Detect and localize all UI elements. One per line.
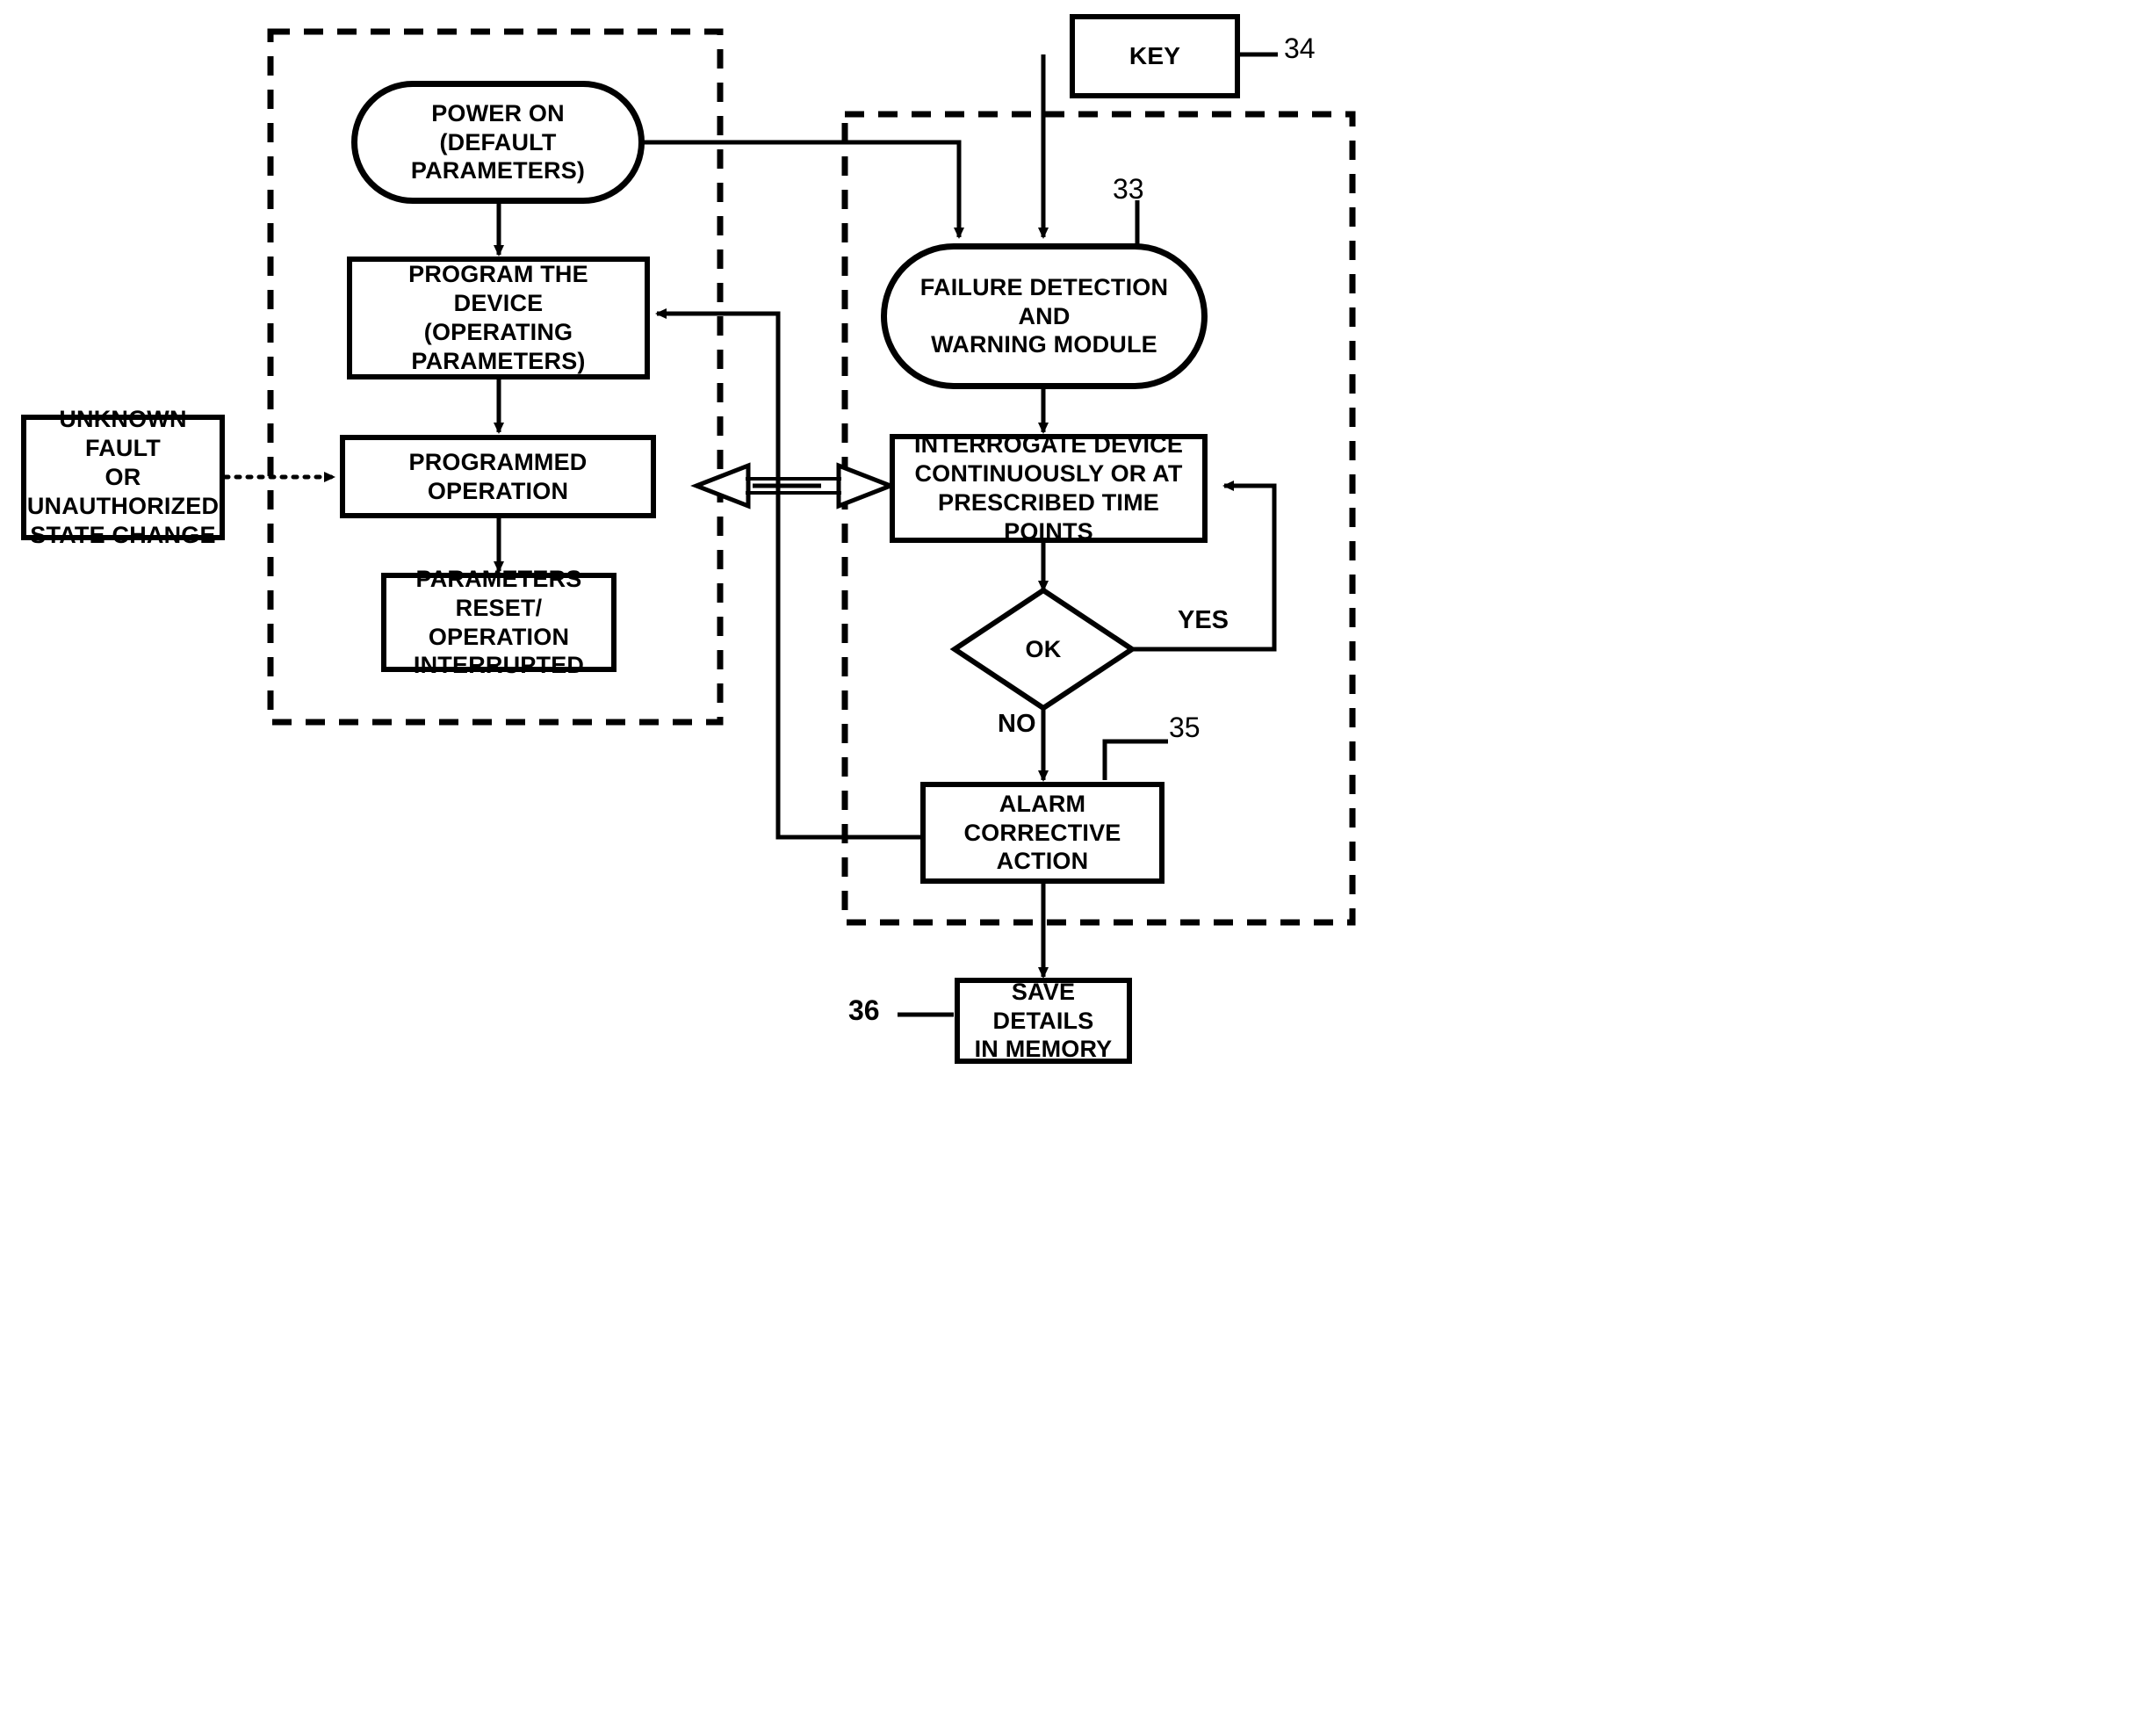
- node-decision-ok-label: OK: [1025, 635, 1062, 662]
- node-programmed-operation-label: PROGRAMMED OPERATION: [408, 448, 588, 504]
- node-parameters-reset-label: PARAMETERS RESET/ OPERATION INTERRUPTED: [413, 565, 585, 679]
- edge-alarm-feedback-to-program: [655, 308, 922, 840]
- node-parameters-reset[interactable]: PARAMETERS RESET/ OPERATION INTERRUPTED: [381, 566, 617, 678]
- reference-numeral-36: 36: [848, 994, 880, 1026]
- node-save-details-label: SAVE DETAILS IN MEMORY: [974, 978, 1113, 1063]
- node-interrogate-device[interactable]: INTERROGATE DEVICE CONTINUOUSLY OR AT PR…: [890, 431, 1208, 545]
- node-interrogate-device-label: INTERROGATE DEVICE CONTINUOUSLY OR AT PR…: [913, 431, 1184, 545]
- bidirectional-link-arrow: [690, 462, 897, 510]
- node-alarm[interactable]: ALARM CORRECTIVE ACTION: [920, 782, 1165, 884]
- node-key[interactable]: KEY: [1070, 14, 1240, 98]
- node-power-on-label: POWER ON (DEFAULT PARAMETERS): [410, 99, 586, 184]
- edge-poweron-to-failure-module: [644, 140, 964, 239]
- reference-numeral-33: 33: [1113, 173, 1144, 205]
- node-key-label: KEY: [1128, 41, 1181, 69]
- node-alarm-label: ALARM CORRECTIVE ACTION: [963, 790, 1121, 875]
- node-programmed-operation[interactable]: PROGRAMMED OPERATION: [340, 435, 656, 518]
- reference-numeral-35: 35: [1169, 712, 1201, 743]
- node-power-on[interactable]: POWER ON (DEFAULT PARAMETERS): [351, 81, 645, 204]
- node-failure-module[interactable]: FAILURE DETECTION AND WARNING MODULE: [881, 243, 1208, 389]
- node-decision-ok[interactable]: OK: [986, 627, 1100, 671]
- node-program-device-label: PROGRAM THE DEVICE (OPERATING PARAMETERS…: [408, 261, 588, 374]
- node-unknown-fault-label: UNKNOWN FAULT OR UNAUTHORIZED STATE CHAN…: [26, 406, 220, 548]
- node-program-device[interactable]: PROGRAM THE DEVICE (OPERATING PARAMETERS…: [347, 257, 650, 379]
- leader-35: [1102, 739, 1168, 780]
- edge-label-yes: YES: [1178, 606, 1229, 634]
- node-unknown-fault[interactable]: UNKNOWN FAULT OR UNAUTHORIZED STATE CHAN…: [21, 406, 225, 548]
- edge-label-no: NO: [998, 710, 1036, 738]
- node-save-details[interactable]: SAVE DETAILS IN MEMORY: [955, 978, 1132, 1064]
- patent-figure: POWER ON (DEFAULT PARAMETERS) PROGRAM TH…: [0, 0, 2156, 1713]
- node-failure-module-label: FAILURE DETECTION AND WARNING MODULE: [919, 273, 1169, 358]
- reference-numeral-34: 34: [1284, 33, 1316, 64]
